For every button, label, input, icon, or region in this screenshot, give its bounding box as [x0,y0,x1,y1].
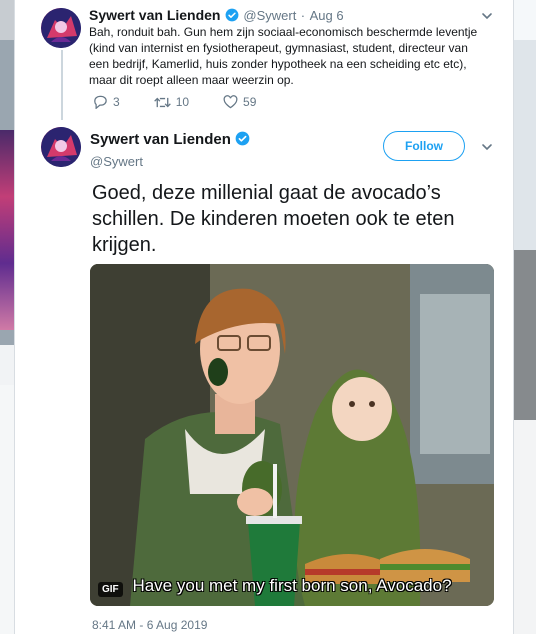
main-tweet-text: Goed, deze millenial gaat de avocado’s s… [92,182,455,256]
verified-badge-icon [235,131,250,151]
like-count: 59 [243,95,257,109]
retweet-action[interactable]: 10 [153,95,190,109]
gif-caption: Have you met my first born son, Avocado? [132,576,452,595]
retweet-count: 10 [175,95,190,109]
reply-tweet-text: Bah, ronduit bah. Gun hem zijn sociaal-e… [89,25,478,87]
chevron-down-icon[interactable] [481,10,493,22]
reply-count: 3 [113,95,120,109]
reply-author-name[interactable]: Sywert van Lienden [89,7,220,23]
reply-action[interactable]: 3 [93,95,120,109]
tweet-thread-card: Sywert van Lienden @Sywert · Aug 6 Bah, … [14,0,514,634]
gif-badge: GIF [98,582,123,597]
tweet-timestamp[interactable]: 8:41 AM - 6 Aug 2019 [92,618,207,632]
background-page-right [512,0,536,634]
main-author-handle[interactable]: @Sywert [90,154,250,169]
reply-tweet-date[interactable]: Aug 6 [310,8,344,23]
tweet-gif-media[interactable]: Have you met my first born son, Avocado?… [90,264,494,606]
like-icon [223,95,238,109]
main-tweet-author: Sywert van Lienden @Sywert [90,131,250,169]
like-action[interactable]: 59 [223,95,256,109]
chevron-down-icon[interactable] [481,141,493,153]
retweet-icon [153,97,171,107]
thread-connector-line [61,50,63,120]
reply-tweet-actions: 3 10 59 [93,95,290,109]
follow-button[interactable]: Follow [383,131,465,161]
gif-scene-illustration [90,264,494,606]
header-separator: · [300,8,306,23]
main-author-avatar[interactable] [41,127,81,167]
background-page-left [0,0,14,634]
reply-author-handle[interactable]: @Sywert [243,8,296,23]
reply-author-avatar[interactable] [41,8,81,48]
reply-icon [94,95,107,109]
main-author-name[interactable]: Sywert van Lienden [90,131,231,148]
